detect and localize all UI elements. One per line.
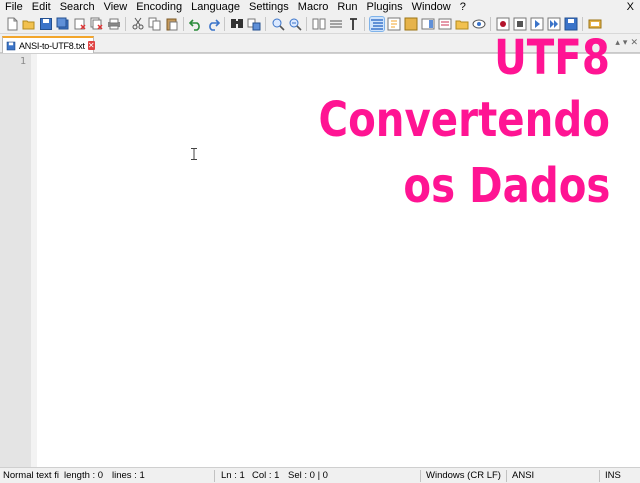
new-file-icon[interactable]: [5, 17, 19, 31]
play-macro-icon[interactable]: [530, 17, 544, 31]
toolbar-separator: [265, 16, 266, 31]
menu-macro[interactable]: Macro: [293, 0, 333, 14]
toolbar-separator: [306, 16, 307, 31]
open-file-icon[interactable]: [22, 17, 36, 31]
line-number: 1: [19, 56, 26, 67]
status-divider: [214, 470, 215, 482]
status-length: length : 0: [64, 470, 104, 481]
plugin-icon[interactable]: [588, 17, 602, 31]
status-selection: Sel : 0 | 0: [288, 470, 328, 481]
status-bar: Normal text fi length : 0 lines : 1 Ln :…: [0, 467, 640, 483]
indent-guide-icon[interactable]: [387, 17, 401, 31]
status-insert-mode[interactable]: INS: [605, 468, 635, 483]
menu-view[interactable]: View: [99, 0, 132, 14]
run-macro-multiple-icon[interactable]: [547, 17, 561, 31]
close-all-icon[interactable]: [90, 17, 104, 31]
overlay-title-line2: Convertendo: [318, 92, 610, 148]
status-file-type: Normal text fi: [3, 470, 59, 481]
paste-icon[interactable]: [165, 17, 179, 31]
toolbar-separator: [364, 16, 365, 31]
show-all-chars-icon[interactable]: [368, 15, 385, 32]
status-column: Col : 1: [252, 470, 280, 481]
menu-file[interactable]: File: [0, 0, 27, 14]
menu-encoding[interactable]: Encoding: [131, 0, 186, 14]
record-macro-icon[interactable]: [496, 17, 510, 31]
tab-close-button[interactable]: ✕: [87, 41, 95, 50]
status-divider: [599, 470, 600, 482]
fold-margin: [31, 54, 37, 467]
tab-ansi-to-utf8[interactable]: ANSI-to-UTF8.txt ✕: [2, 36, 95, 53]
sync-vertical-icon[interactable]: [312, 17, 326, 31]
text-cursor-icon: [191, 148, 197, 160]
toolbar-separator: [224, 16, 225, 31]
print-icon[interactable]: [107, 17, 121, 31]
redo-icon[interactable]: [206, 17, 220, 31]
close-icon[interactable]: [73, 17, 87, 31]
tab-scroll-arrows: ▴ ▾ ✕: [615, 37, 638, 48]
menu-language[interactable]: Language: [186, 0, 244, 14]
zoom-in-icon[interactable]: [271, 17, 285, 31]
find-icon[interactable]: [230, 17, 244, 31]
replace-icon[interactable]: [247, 17, 261, 31]
overlay-title-line1: UTF8: [494, 30, 610, 86]
toolbar-separator: [490, 16, 491, 31]
close-icon[interactable]: ✕: [630, 37, 638, 48]
close-document-button[interactable]: X: [627, 0, 634, 14]
menu-settings[interactable]: Settings: [244, 0, 293, 14]
save-icon: [6, 41, 16, 51]
tab-label: ANSI-to-UTF8.txt: [19, 40, 85, 51]
undo-icon[interactable]: [188, 17, 203, 31]
cut-icon[interactable]: [131, 17, 145, 31]
sync-horizontal-icon[interactable]: [329, 17, 343, 31]
menu-search[interactable]: Search: [55, 0, 99, 14]
save-macro-icon[interactable]: [564, 17, 578, 31]
stop-macro-icon[interactable]: [513, 17, 527, 31]
menu-bar: File Edit Search View Encoding Language …: [0, 0, 640, 14]
menu-window[interactable]: Window: [407, 0, 455, 14]
menu-help[interactable]: ?: [455, 0, 470, 14]
menu-plugins[interactable]: Plugins: [362, 0, 407, 14]
doc-map-icon[interactable]: [421, 17, 435, 31]
save-all-icon[interactable]: [56, 17, 70, 31]
status-encoding[interactable]: ANSI: [512, 468, 552, 483]
status-eol-format[interactable]: Windows (CR LF): [426, 468, 502, 483]
toolbar-separator: [183, 16, 184, 31]
copy-icon[interactable]: [148, 17, 162, 31]
status-divider: [506, 470, 507, 482]
status-divider: [420, 470, 421, 482]
overlay-title-line3: os Dados: [403, 158, 610, 214]
zoom-out-icon[interactable]: [288, 17, 302, 31]
function-list-icon[interactable]: [438, 17, 452, 31]
user-language-icon[interactable]: [404, 17, 418, 31]
word-wrap-icon[interactable]: [346, 17, 360, 31]
menu-edit[interactable]: Edit: [27, 0, 55, 14]
toolbar-separator: [125, 16, 126, 31]
save-icon[interactable]: [39, 17, 53, 31]
status-lines: lines : 1: [112, 470, 145, 481]
folder-as-workspace-icon[interactable]: [455, 17, 469, 31]
line-number-gutter: 1: [0, 54, 32, 467]
chevron-up-icon[interactable]: ▴: [615, 37, 620, 48]
monitoring-icon[interactable]: [472, 17, 486, 31]
menu-run[interactable]: Run: [332, 0, 361, 14]
toolbar-separator: [582, 16, 583, 31]
status-line: Ln : 1: [221, 470, 245, 481]
chevron-down-icon[interactable]: ▾: [623, 37, 628, 48]
